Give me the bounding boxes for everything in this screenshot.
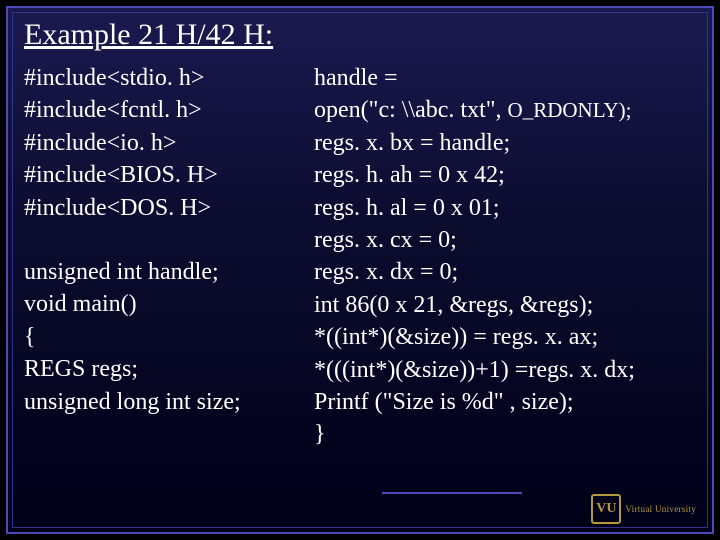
code-line: REGS regs; xyxy=(24,353,314,385)
code-line: int 86(0 x 21, &regs, &regs); xyxy=(314,289,696,321)
code-line: Printf ("Size is %d" , size); xyxy=(314,386,696,418)
code-columns: #include<stdio. h> #include<fcntl. h> #i… xyxy=(24,62,696,451)
code-line: regs. h. al = 0 x 01; xyxy=(314,192,696,224)
code-right-column: handle = open("c: \\abc. txt", O_RDONLY)… xyxy=(314,62,696,451)
code-line: } xyxy=(314,418,696,450)
code-line: *((int*)(&size)) = regs. x. ax; xyxy=(314,321,696,353)
code-left-column: #include<stdio. h> #include<fcntl. h> #i… xyxy=(24,62,314,451)
code-line: unsigned long int size; xyxy=(24,386,314,418)
logo-line: Virtual University xyxy=(625,505,696,514)
code-line: *(((int*)(&size))+1) =regs. x. dx; xyxy=(314,354,696,386)
code-line: regs. x. dx = 0; xyxy=(314,256,696,288)
code-line: open("c: \\abc. txt", O_RDONLY); xyxy=(314,94,696,126)
footer-divider xyxy=(382,492,522,494)
slide-outer-frame: Example 21 H/42 H: #include<stdio. h> #i… xyxy=(6,6,714,534)
blank-line xyxy=(24,224,314,256)
code-line: unsigned int handle; xyxy=(24,256,314,288)
slide-title: Example 21 H/42 H: xyxy=(24,18,696,52)
slide-content: Example 21 H/42 H: #include<stdio. h> #i… xyxy=(24,18,696,492)
code-line: regs. x. bx = handle; xyxy=(314,127,696,159)
code-line: regs. x. cx = 0; xyxy=(314,224,696,256)
code-text: open("c: \\abc. txt", xyxy=(314,97,508,123)
logo-badge: VU xyxy=(591,494,621,524)
code-line: void main() xyxy=(24,288,314,320)
code-line: #include<BIOS. H> xyxy=(24,159,314,191)
code-line: #include<DOS. H> xyxy=(24,192,314,224)
code-line: handle = xyxy=(314,62,696,94)
code-line: #include<fcntl. h> xyxy=(24,94,314,126)
logo: VU Virtual University xyxy=(591,494,696,524)
code-line: #include<io. h> xyxy=(24,127,314,159)
code-line: regs. h. ah = 0 x 42; xyxy=(314,159,696,191)
logo-text: Virtual University xyxy=(625,505,696,514)
code-text-small: O_RDONLY); xyxy=(508,98,632,122)
code-line: { xyxy=(24,321,314,353)
code-line: #include<stdio. h> xyxy=(24,62,314,94)
